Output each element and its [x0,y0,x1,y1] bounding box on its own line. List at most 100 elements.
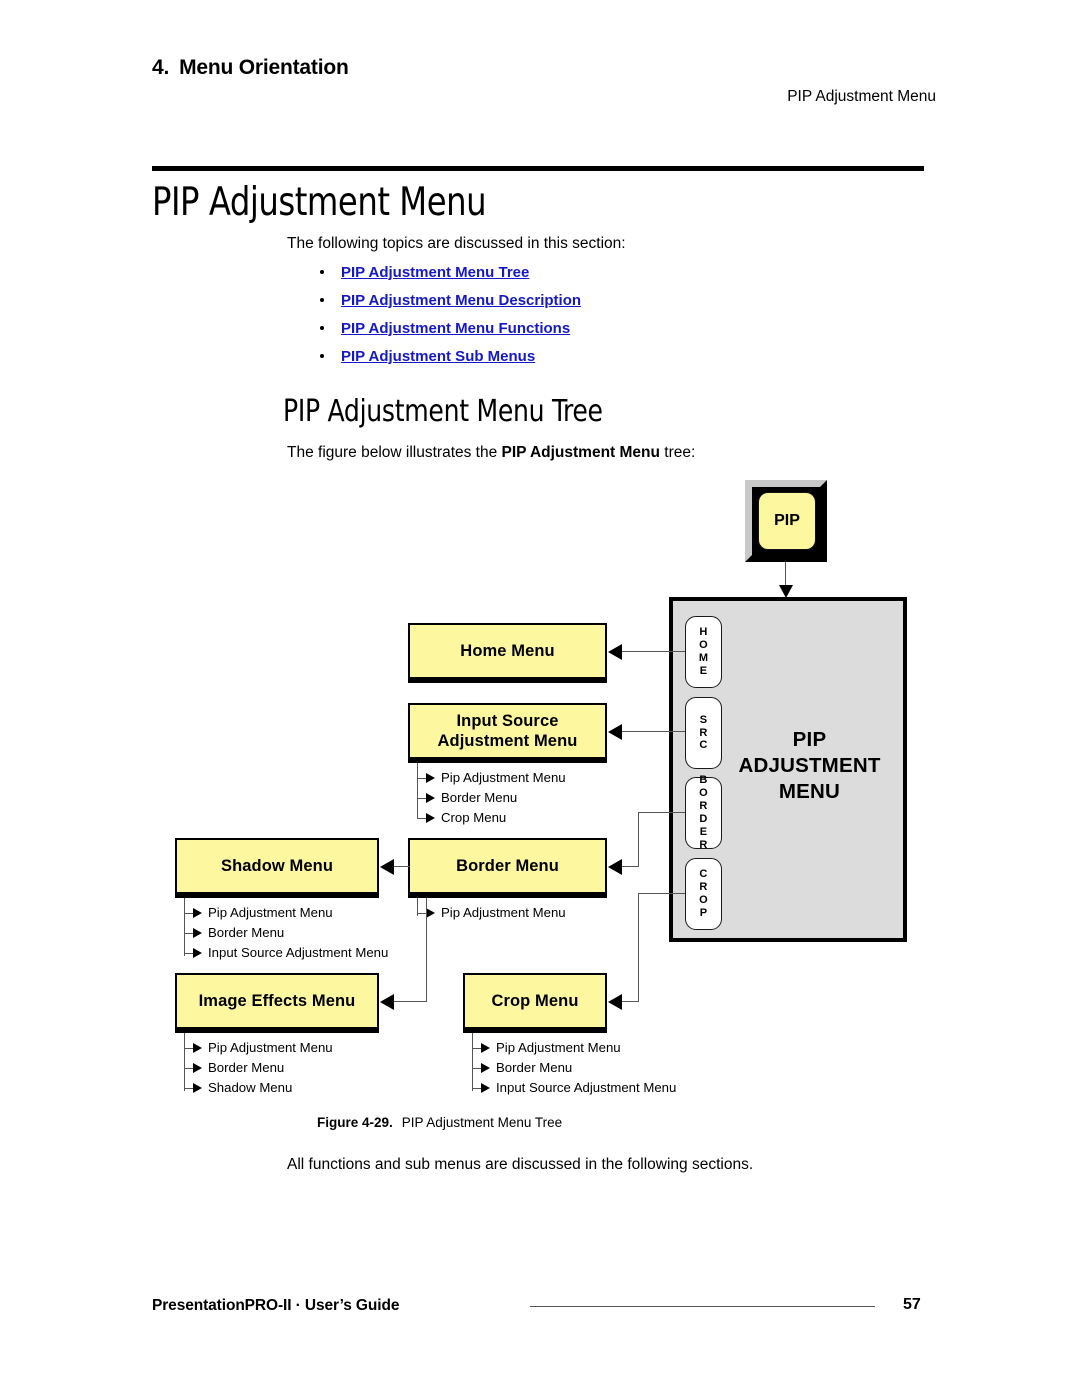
arrowhead-left-icon [608,724,622,740]
stem-line [472,1068,481,1070]
menu-box-title: Border Menu [456,856,559,875]
letter: O [699,787,708,800]
bullet-icon [320,326,324,330]
panel-button-crop[interactable]: C R O P [685,858,722,930]
letter: R [699,881,708,894]
triangle-bullet-icon [426,813,435,823]
arrowhead-left-icon [380,994,394,1010]
letter: E [699,664,708,677]
menu-box-image-effects-menu[interactable]: Image Effects Menu [175,973,379,1033]
sub-item: Pip Adjustment Menu [472,1038,676,1058]
triangle-bullet-icon [426,793,435,803]
chapter-number: 4. [152,56,170,79]
connector-home [622,651,685,653]
letter: R [699,726,708,739]
sub-item-list-crop: Pip Adjustment Menu Border Menu Input So… [472,1038,676,1098]
panel-title: PIP ADJUSTMENT MENU [722,727,897,806]
closing-text: All functions and sub menus are discusse… [287,1156,754,1173]
menu-box-title: Image Effects Menu [198,991,356,1010]
intro-text: The following topics are discussed in th… [287,235,626,252]
letter: S [699,713,708,726]
bullet-icon [320,298,324,302]
sub-item-label: Pip Adjustment Menu [208,1040,333,1055]
connector-border-to-shadow [394,866,410,868]
panel-button-src[interactable]: S R C [685,697,722,769]
figure-lead-text: The figure below illustrates the PIP Adj… [287,443,695,464]
panel-title-line-2: ADJUSTMENT [738,754,881,778]
toc-link-menu-tree[interactable]: PIP Adjustment Menu Tree [341,264,529,281]
letter: O [699,894,708,906]
letter: M [698,652,709,664]
sub-item-label: Border Menu [208,1060,285,1075]
sub-item-label: Shadow Menu [208,1080,293,1095]
toc-link-menu-description[interactable]: PIP Adjustment Menu Description [341,292,581,309]
connector-border-v [638,812,640,866]
connector-border-h2 [622,866,639,868]
section-heading: PIP Adjustment Menu Tree [283,394,603,429]
figure-lead-emphasis: PIP Adjustment Menu [501,444,660,461]
chapter-title: 4. Menu Orientation [152,56,349,80]
running-head: PIP Adjustment Menu [787,88,936,105]
connector-key-to-panel [785,562,787,587]
toc-link-menu-functions[interactable]: PIP Adjustment Menu Functions [341,320,570,337]
menu-box-title: Home Menu [460,641,555,660]
triangle-bullet-icon [193,908,202,918]
header-divider-rule [152,166,924,170]
pip-key-label: PIP [758,492,816,550]
toc-link-sub-menus[interactable]: PIP Adjustment Sub Menus [341,348,535,365]
sub-item-label: Crop Menu [441,810,507,825]
arrowhead-left-icon [608,644,622,660]
connector-src [622,731,685,733]
menu-box-crop-menu[interactable]: Crop Menu [463,973,607,1033]
sub-item-label: Pip Adjustment Menu [208,905,333,920]
letter: R [699,800,708,813]
menu-box-input-source-adjustment-menu[interactable]: Input Source Adjustment Menu [408,703,607,763]
menu-box-title: Shadow Menu [220,856,334,875]
footer-document-title: PresentationPRO-II · User’s Guide [152,1297,400,1314]
letter: B [699,774,708,787]
connector-crop-h1 [638,893,685,895]
sub-item: Border Menu [184,1058,333,1078]
letter: R [699,838,708,851]
sub-item-list-input-source: Pip Adjustment Menu Border Menu Crop Men… [417,768,566,828]
figure-caption: Figure 4-29. PIP Adjustment Menu Tree [317,1115,562,1130]
triangle-bullet-icon [481,1043,490,1053]
sub-item-label: Pip Adjustment Menu [441,905,566,920]
topic-link-list: PIP Adjustment Menu Tree PIP Adjustment … [287,258,581,370]
letter: P [699,906,708,919]
arrowhead-left-icon [608,994,622,1010]
stem-line [184,933,193,935]
arrowhead-left-icon [608,859,622,875]
list-item: PIP Adjustment Menu Functions [287,314,581,342]
footer-divider-rule [530,1306,875,1307]
sub-item: Pip Adjustment Menu [417,768,566,788]
sub-item-label: Input Source Adjustment Menu [208,945,389,960]
menu-box-border-menu[interactable]: Border Menu [408,838,607,898]
figure-caption-text: PIP Adjustment Menu Tree [401,1115,563,1130]
sub-item-list-shadow: Pip Adjustment Menu Border Menu Input So… [184,903,388,963]
stem-line [184,953,193,955]
triangle-bullet-icon [481,1083,490,1093]
sub-item: Pip Adjustment Menu [184,1038,333,1058]
panel-button-home[interactable]: H O M E [685,616,722,688]
arrowhead-left-icon [380,859,394,875]
menu-box-title: Crop Menu [491,991,579,1010]
sub-item: Input Source Adjustment Menu [472,1078,676,1098]
document-page: 4. Menu Orientation PIP Adjustment Menu P… [0,0,1080,1397]
sub-item-label: Border Menu [208,925,285,940]
stem-line [417,818,426,820]
triangle-bullet-icon [193,1083,202,1093]
list-item: PIP Adjustment Sub Menus [287,342,581,370]
figure-caption-number: Figure 4-29. [317,1115,393,1130]
letter: C [699,739,708,752]
list-item: PIP Adjustment Menu Tree [287,258,581,286]
stem-line [184,1088,193,1090]
sub-item-list-border: Pip Adjustment Menu [417,903,566,923]
menu-box-shadow-menu[interactable]: Shadow Menu [175,838,379,898]
panel-button-border[interactable]: B O R D E R [685,774,722,851]
triangle-bullet-icon [481,1063,490,1073]
menu-box-home-menu[interactable]: Home Menu [408,623,607,683]
sub-item-label: Input Source Adjustment Menu [496,1080,677,1095]
connector-crop-v [638,893,640,1001]
pip-hard-key[interactable]: PIP [745,480,827,562]
